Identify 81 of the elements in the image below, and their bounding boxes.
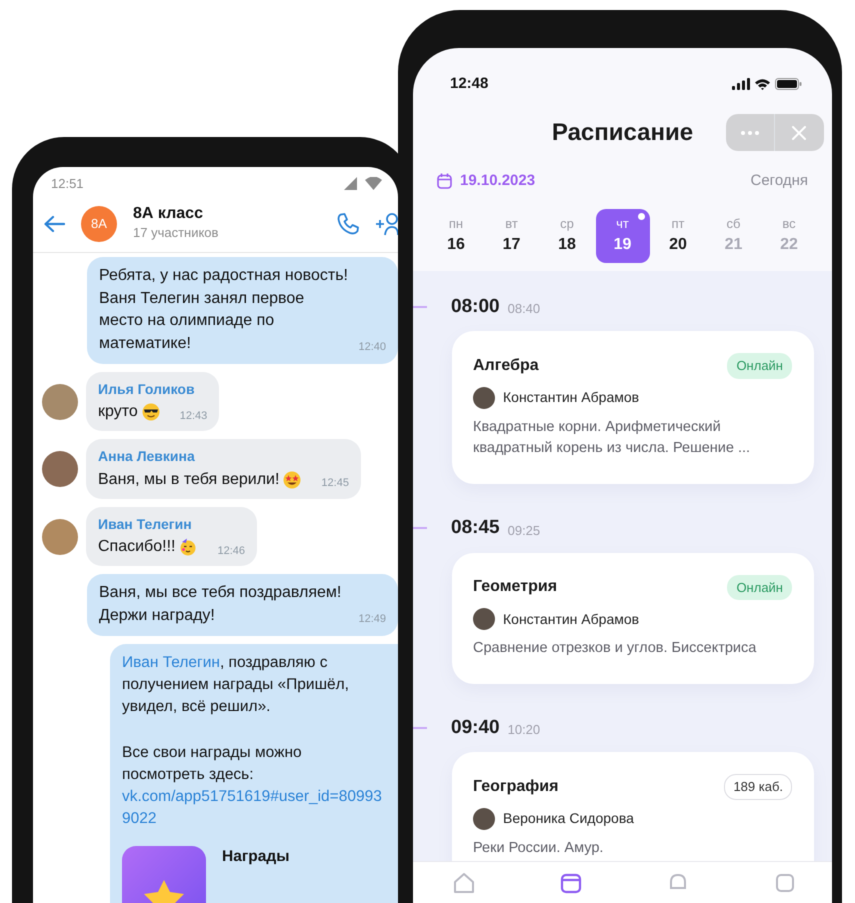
start-time: 08:00 [451,294,500,318]
signal-icon [732,78,750,90]
message-time: 12:45 [321,476,349,492]
calendar-icon [560,872,582,894]
user-avatar [42,451,78,488]
end-time: 09:25 [508,522,540,540]
user-avatar [42,518,78,555]
phone-icon [336,212,360,236]
start-time: 08:45 [451,516,500,540]
timeline-mark [413,527,427,530]
more-icon [741,130,759,134]
day-tab[interactable]: пт 20 [651,208,705,262]
teacher-name: Константин Абрамов [503,610,640,629]
teacher-avatar [473,386,495,408]
member-count: 17 участников [133,224,220,242]
group-avatar: 8А [81,206,117,242]
message-time: 12:43 [180,408,208,424]
online-tag: Онлайн [727,574,792,600]
sunglasses-face-icon [142,403,160,422]
lesson-topic: Сравнение отрезков и углов. Биссектриса [473,639,758,658]
subject-name: Геометрия [473,577,558,598]
status-time: 12:48 [450,74,488,94]
author-name: Иван Телегин [98,514,193,534]
lesson-topic: Реки России. Амур. [473,838,604,858]
status-time: 12:51 [51,174,84,193]
app-title: Награды [222,846,290,867]
message-text: Спасибо!!! [98,537,176,558]
start-time: 09:40 [451,716,500,740]
screen-title: Расписание [552,118,694,148]
app-icon[interactable] [122,846,206,903]
message-text: Ваня, мы в тебя верили! [98,470,280,490]
room-tag: 189 каб. [724,774,792,800]
timeline-mark [413,727,427,729]
add-member-button[interactable] [376,212,398,236]
event-dot [638,212,644,220]
user-avatar [42,384,78,420]
battery-icon [775,78,802,90]
day-tab[interactable]: вт 17 [484,208,538,262]
message-text: Иван Телегин, поздравляю с получением награды «Пришёл, увидел, всё решил». [122,652,350,717]
lesson-card[interactable]: Геометрия Онлайн Константин Абрамов Сравнение отрезков и углов. Биссектриса [452,552,814,684]
wifi-icon [365,177,382,190]
message-text: Все свои награды можно посмотреть здесь: [122,742,303,785]
back-button[interactable] [43,214,65,232]
message-time: 12:46 [217,544,245,559]
timeline-mark [413,306,427,308]
call-button[interactable] [336,212,360,236]
star-icon [144,880,184,903]
wifi-icon [754,78,771,90]
back-arrow-icon [43,214,65,232]
teacher-name: Константин Абрамов [503,388,640,407]
add-user-icon [376,212,398,236]
day-tab[interactable]: чт 19 [596,208,650,262]
lesson-topic: Квадратные корни. Арифметический квадратный корень из числа. Решение ... [473,418,752,458]
message-text: Ваня, мы все тебя поздравляем! Держи награду! [99,583,342,626]
day-tab[interactable]: ср 18 [540,208,594,262]
square-icon [774,872,796,894]
close-icon [792,126,806,140]
author-name: Илья Голиков [98,380,196,399]
party-face-icon [179,538,198,556]
star-eyes-face-icon [283,470,302,489]
author-name: Анна Левкина [98,447,196,466]
day-tab[interactable]: пн 16 [429,208,483,262]
teacher-avatar [473,808,495,830]
end-time: 10:20 [508,721,540,740]
calendar-icon [437,173,452,190]
message-time: 12:40 [358,340,386,356]
subject-name: География [473,777,558,797]
selected-date[interactable]: 19.10.2023 [460,170,536,192]
chat-title: 8А класс [133,204,204,224]
message-time: 12:49 [358,612,386,628]
subject-name: Алгебра [473,356,539,376]
end-time: 08:40 [508,300,540,318]
message-text: Ребята, у нас радостная новость! Ваня Телегин занял первое место на олимпиаде по математике! [99,266,349,354]
online-tag: Онлайн [727,353,792,378]
teacher-avatar [473,608,495,630]
message-text: круто [98,402,138,422]
teacher-name: Вероника Сидорова [503,809,634,828]
lesson-card[interactable]: География 189 каб. Вероника Сидорова Реки России. Амур. [452,752,814,860]
house-icon [453,872,475,894]
lesson-card[interactable]: Алгебра Онлайн Константин Абрамов Квадратные корни. Арифметический квадратный корень из числа. Решение ... [452,331,814,484]
signal-icon [344,177,357,190]
